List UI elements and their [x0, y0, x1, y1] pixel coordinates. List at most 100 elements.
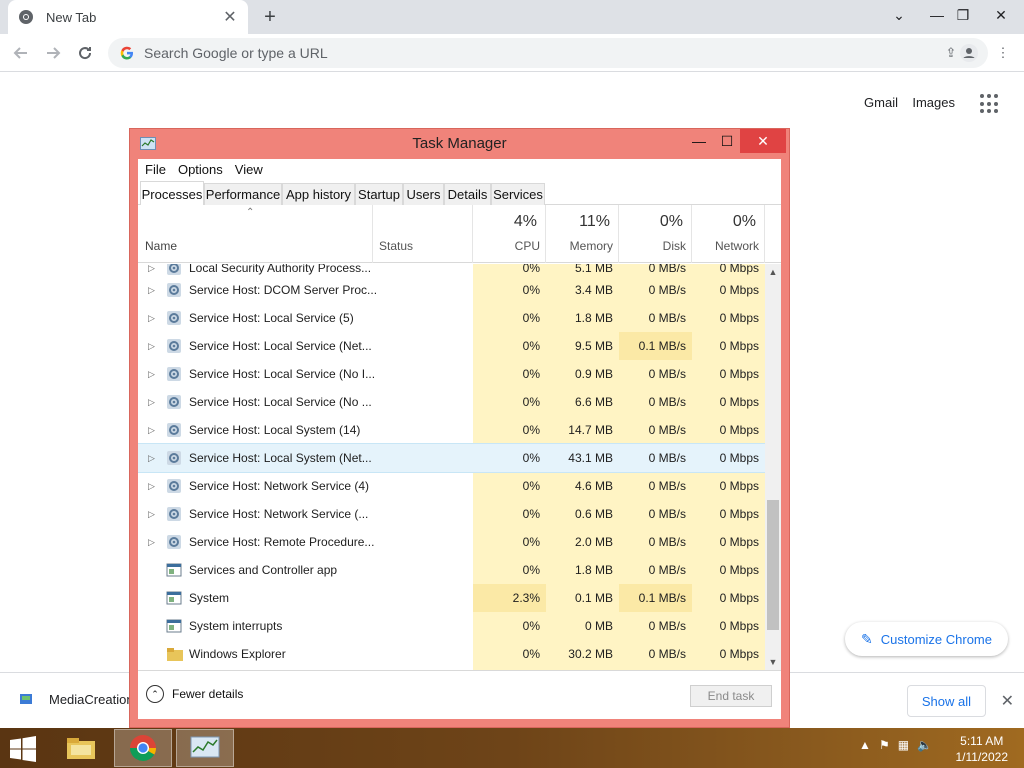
download-item[interactable]: MediaCreation	[18, 691, 134, 707]
process-network: 0 Mbps	[719, 647, 759, 661]
share-icon[interactable]: ⇪	[945, 45, 956, 61]
end-task-button[interactable]: End task	[690, 685, 772, 707]
tab-services[interactable]: Services	[491, 183, 545, 205]
expand-chevron-icon[interactable]: ▷	[148, 500, 158, 528]
col-status-label: Status	[379, 239, 414, 253]
tm-close-icon[interactable]: ✕	[740, 129, 786, 153]
col-cpu[interactable]: 4% CPU	[473, 205, 546, 263]
table-row[interactable]: ▷ Service Host: Local Service (No I... 0% 0…	[138, 360, 765, 388]
table-row[interactable]: ▷ Service Host: Local Service (Net... 0% 9.…	[138, 332, 765, 360]
volume-icon[interactable]: 🔈	[917, 738, 932, 752]
table-row[interactable]: ▷ Service Host: DCOM Server Proc... 0% 3.4 …	[138, 276, 765, 304]
close-icon[interactable]: ✕	[984, 0, 1018, 30]
tm-maximize-icon[interactable]: ☐	[714, 129, 740, 153]
customize-chrome-button[interactable]: ✎ Customize Chrome	[845, 622, 1008, 656]
tab-processes[interactable]: Processes	[140, 181, 204, 206]
table-row[interactable]: System interrupts 0% 0 MB 0 MB/s 0 Mbps	[138, 612, 765, 640]
table-row[interactable]: Services and Controller app 0% 1.8 MB 0 MB/…	[138, 556, 765, 584]
table-row[interactable]: ▷ Service Host: Network Service (... 0% 0.6…	[138, 500, 765, 528]
menu-file[interactable]: File	[145, 162, 166, 177]
process-network: 0 Mbps	[719, 563, 759, 577]
action-center-icon[interactable]: ⚑	[879, 738, 890, 752]
gear-icon	[166, 332, 184, 360]
chrome-favicon-icon	[19, 10, 33, 24]
process-memory: 0 MB	[584, 619, 613, 633]
show-all-button[interactable]: Show all	[906, 685, 986, 717]
restore-icon[interactable]: ❐	[946, 0, 980, 30]
table-row[interactable]: ▷ Service Host: Local Service (5) 0% 1.8 MB…	[138, 304, 765, 332]
forward-icon[interactable]	[40, 40, 66, 66]
process-network: 0 Mbps	[719, 367, 759, 381]
images-link[interactable]: Images	[912, 95, 955, 110]
process-name: Service Host: Local System (14)	[189, 423, 361, 437]
tm-tabs: Processes Performance App history Startu…	[138, 181, 781, 206]
shelf-close-icon[interactable]: ✕	[1001, 691, 1014, 711]
taskbar-task-manager[interactable]	[176, 729, 234, 767]
omnibox[interactable]: Search Google or type a URL ⇪ ☆	[108, 38, 988, 68]
tab-close-icon[interactable]: ✕	[222, 9, 238, 26]
google-apps-icon[interactable]	[980, 94, 1000, 114]
tm-titlebar[interactable]: Task Manager — ☐ ✕	[130, 129, 789, 159]
process-name: Service Host: DCOM Server Proc...	[189, 283, 378, 297]
chrome-menu-icon[interactable]: ⋮	[990, 40, 1016, 66]
process-name: Service Host: Local Service (No I...	[189, 367, 376, 381]
expand-chevron-icon[interactable]: ▷	[148, 276, 158, 304]
reload-icon[interactable]	[72, 40, 98, 66]
file-explorer-icon	[67, 738, 95, 759]
tm-minimize-icon[interactable]: —	[686, 129, 712, 153]
tab-startup[interactable]: Startup	[355, 183, 403, 205]
col-status[interactable]: Status	[373, 205, 473, 263]
back-icon[interactable]	[8, 40, 34, 66]
scroll-thumb[interactable]	[767, 500, 779, 630]
table-row[interactable]: System 2.3% 0.1 MB 0.1 MB/s 0 Mbps	[138, 584, 765, 612]
expand-chevron-icon[interactable]: ▷	[148, 528, 158, 556]
menu-options[interactable]: Options	[178, 162, 223, 177]
process-list-scrollbar[interactable]: ▲ ▼	[765, 264, 781, 670]
tab-app-history[interactable]: App history	[282, 183, 355, 205]
new-tab-icon[interactable]: +	[258, 5, 282, 29]
process-disk: 0 MB/s	[648, 647, 686, 661]
windows-start-icon[interactable]	[8, 736, 38, 762]
tab-performance[interactable]: Performance	[204, 183, 282, 205]
tab-new-tab[interactable]: New Tab ✕	[8, 0, 248, 34]
chrome-toolbar: Search Google or type a URL ⇪ ☆ ⋮	[0, 34, 1024, 72]
process-memory: 2.0 MB	[574, 535, 613, 549]
network-icon[interactable]: ▦	[898, 738, 909, 752]
expand-chevron-icon[interactable]: ▷	[148, 360, 158, 388]
col-disk[interactable]: 0% Disk	[619, 205, 692, 263]
tray-overflow-icon[interactable]: ▲	[859, 738, 871, 752]
table-row[interactable]: Windows Explorer 0% 30.2 MB 0 MB/s 0 Mbps	[138, 640, 765, 668]
expand-chevron-icon[interactable]: ▷	[148, 472, 158, 500]
table-row[interactable]: ▷ Service Host: Network Service (4) 0% 4.6 …	[138, 472, 765, 500]
table-row[interactable]: ▷ Service Host: Local System (Net... 0% 43.…	[138, 443, 765, 473]
expand-chevron-icon[interactable]: ▷	[148, 332, 158, 360]
scroll-down-icon[interactable]: ▼	[765, 654, 781, 670]
task-manager-window: Task Manager — ☐ ✕ File Options View Pro…	[129, 128, 790, 728]
taskbar-chrome[interactable]	[114, 729, 172, 767]
table-row[interactable]: ▷ Service Host: Local System (14) 0% 14.7 M…	[138, 416, 765, 444]
process-memory: 9.5 MB	[574, 339, 613, 353]
tab-search-icon[interactable]: ⌄	[882, 0, 916, 30]
col-memory[interactable]: 11% Memory	[546, 205, 619, 263]
window-icon	[166, 556, 184, 584]
taskbar-clock[interactable]: 5:11 AM 1/11/2022	[956, 733, 1009, 765]
expand-chevron-icon[interactable]: ▷	[148, 388, 158, 416]
process-disk: 0 MB/s	[648, 535, 686, 549]
expand-chevron-icon[interactable]: ▷	[148, 304, 158, 332]
taskbar-file-explorer[interactable]	[52, 729, 110, 767]
table-row[interactable]: ▷ Service Host: Local Service (No ... 0% 6.…	[138, 388, 765, 416]
table-row[interactable]: ▷ Service Host: Remote Procedure... 0% 2.0 …	[138, 528, 765, 556]
expand-chevron-icon[interactable]: ▷	[148, 416, 158, 444]
fewer-details-button[interactable]: ⌃ Fewer details	[146, 685, 243, 703]
process-name: System	[189, 591, 230, 605]
col-name[interactable]: ⌃ Name	[138, 205, 373, 263]
tab-users[interactable]: Users	[403, 183, 444, 205]
tab-details[interactable]: Details	[444, 183, 491, 205]
col-network[interactable]: 0% Network	[692, 205, 765, 263]
profile-icon[interactable]	[956, 40, 982, 66]
scroll-up-icon[interactable]: ▲	[765, 264, 781, 280]
gmail-link[interactable]: Gmail	[864, 95, 898, 110]
expand-chevron-icon[interactable]: ▷	[148, 444, 158, 472]
gear-icon	[166, 444, 184, 472]
menu-view[interactable]: View	[235, 162, 263, 177]
